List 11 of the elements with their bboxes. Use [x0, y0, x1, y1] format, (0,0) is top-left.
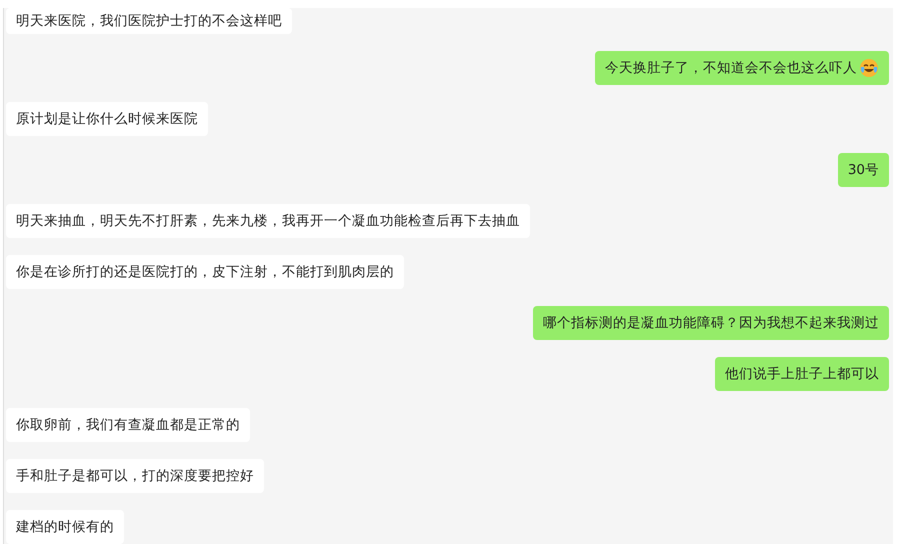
message-text: 30号 — [848, 161, 879, 179]
message-text: 哪个指标测的是凝血功能障碍？因为我想不起来我测过 — [543, 314, 879, 332]
message-text: 手和肚子是都可以，打的深度要把控好 — [16, 467, 254, 485]
message-text: 你取卵前，我们有查凝血都是正常的 — [16, 416, 240, 434]
message-text: 原计划是让你什么时候来医院 — [16, 110, 198, 128]
message-text: 他们说手上肚子上都可以 — [725, 365, 879, 383]
message-text: 建档的时候有的 — [16, 518, 114, 536]
message-text: 今天换肚子了，不知道会不会也这么吓人 — [605, 59, 857, 77]
message-text: 你是在诊所打的还是医院打的，皮下注射，不能打到肌肉层的 — [16, 263, 394, 281]
message-text: 明天来医院，我们医院护士打的不会这样吧 — [16, 12, 282, 30]
message-text: 明天来抽血，明天先不打肝素，先来九楼，我再开一个凝血功能检查后再下去抽血 — [16, 212, 520, 230]
